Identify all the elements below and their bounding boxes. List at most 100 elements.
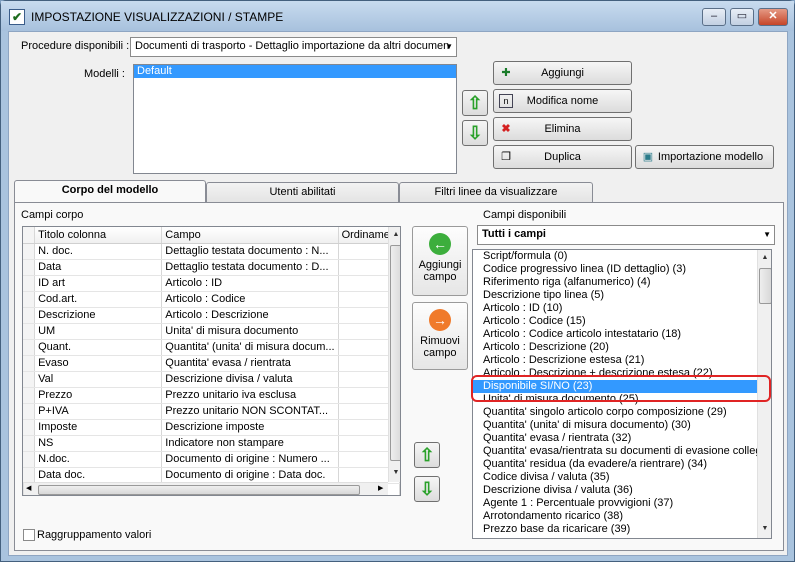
column-header[interactable]: Titolo colonna xyxy=(34,227,163,244)
list-item[interactable]: Script/formula (0) xyxy=(473,250,771,263)
table-row[interactable]: Data doc. Documento di origine : Data doc… xyxy=(23,467,400,484)
cell-title[interactable]: NS xyxy=(34,435,163,452)
cell-field[interactable]: Dettaglio testata documento : D... xyxy=(161,259,339,276)
row-selector[interactable] xyxy=(23,307,36,324)
cell-field[interactable]: Dettaglio testata documento : N... xyxy=(161,243,339,260)
list-item[interactable]: Arrotondamento ricarico (38) xyxy=(473,510,771,523)
column-header[interactable]: Campo xyxy=(161,227,339,244)
list-item[interactable]: Articolo : Descrizione estesa (21) xyxy=(473,354,771,367)
list-item[interactable]: Agente 1 : Percentuale provvigioni (37) xyxy=(473,497,771,510)
cell-title[interactable]: Cod.art. xyxy=(34,291,163,308)
list-item[interactable]: Quantita' singolo articolo corpo composi… xyxy=(473,406,771,419)
body-fields-grid[interactable]: Titolo colonna Campo Ordinamen N. doc. De… xyxy=(22,226,401,496)
cell-title[interactable]: Prezzo xyxy=(34,387,163,404)
cell-title[interactable]: P+IVA xyxy=(34,403,163,420)
field-up-button[interactable]: ⇧ xyxy=(414,442,440,468)
cell-field[interactable]: Documento di origine : Data doc. xyxy=(161,467,339,484)
list-item[interactable]: Codice divisa / valuta (35) xyxy=(473,471,771,484)
table-row[interactable]: NS Indicatore non stampare xyxy=(23,435,400,452)
tab-corpo-modello[interactable]: Corpo del modello xyxy=(14,180,206,203)
grid-vertical-scrollbar[interactable]: ▲ ▼ xyxy=(388,227,400,482)
cell-field[interactable]: Articolo : Descrizione xyxy=(161,307,339,324)
row-selector[interactable] xyxy=(23,339,36,356)
row-selector[interactable] xyxy=(23,275,36,292)
model-item-default[interactable]: Default xyxy=(134,65,456,78)
table-row[interactable]: Quant. Quantita' (unita' di misura docum.… xyxy=(23,339,400,356)
row-selector[interactable] xyxy=(23,355,36,372)
cell-field[interactable]: Documento di origine : Numero ... xyxy=(161,451,339,468)
table-row[interactable]: UM Unita' di misura documento xyxy=(23,323,400,340)
scroll-up-icon[interactable]: ▲ xyxy=(389,227,400,243)
table-row[interactable]: Evaso Quantita' evasa / rientrata xyxy=(23,355,400,372)
list-item[interactable]: Prezzo base da ricaricare (39) xyxy=(473,523,771,536)
maximize-button[interactable]: ▭ xyxy=(730,8,754,26)
row-selector[interactable] xyxy=(23,467,36,484)
duplicate-model-button[interactable]: ❐ Duplica xyxy=(493,145,632,169)
row-selector[interactable] xyxy=(23,259,36,276)
table-row[interactable]: Cod.art. Articolo : Codice xyxy=(23,291,400,308)
cell-title[interactable]: Val xyxy=(34,371,163,388)
row-selector[interactable] xyxy=(23,323,36,340)
row-selector[interactable] xyxy=(23,435,36,452)
table-row[interactable]: N.doc. Documento di origine : Numero ... xyxy=(23,451,400,468)
list-item[interactable]: Quantita' (unita' di misura documento) (… xyxy=(473,419,771,432)
h-scroll-thumb[interactable] xyxy=(38,485,360,495)
row-selector[interactable] xyxy=(23,419,36,436)
available-filter-select[interactable]: Tutti i campi ▼ xyxy=(477,225,775,245)
list-item[interactable]: Articolo : ID (10) xyxy=(473,302,771,315)
list-item[interactable]: Articolo : Descrizione (20) xyxy=(473,341,771,354)
procedure-select[interactable]: Documenti di trasporto - Dettaglio impor… xyxy=(130,37,457,57)
field-down-button[interactable]: ⇩ xyxy=(414,476,440,502)
row-selector[interactable] xyxy=(23,403,36,420)
list-item[interactable]: Riferimento riga (alfanumerico) (4) xyxy=(473,276,771,289)
models-list[interactable]: Default xyxy=(133,64,457,174)
cell-title[interactable]: Quant. xyxy=(34,339,163,356)
row-selector[interactable] xyxy=(23,291,36,308)
cell-title[interactable]: N. doc. xyxy=(34,243,163,260)
grouping-checkbox[interactable] xyxy=(23,529,35,541)
cell-field[interactable]: Articolo : ID xyxy=(161,275,339,292)
delete-model-button[interactable]: ✖ Elimina xyxy=(493,117,632,141)
cell-title[interactable]: ID art xyxy=(34,275,163,292)
list-item[interactable]: Codice progressivo linea (ID dettaglio) … xyxy=(473,263,771,276)
add-model-button[interactable]: ✚ Aggiungi xyxy=(493,61,632,85)
table-row[interactable]: ID art Articolo : ID xyxy=(23,275,400,292)
import-model-button[interactable]: ▣ Importazione modello xyxy=(635,145,774,169)
remove-field-button[interactable]: → Rimuovi campo xyxy=(412,302,468,370)
cell-field[interactable]: Descrizione imposte xyxy=(161,419,339,436)
cell-title[interactable]: Data xyxy=(34,259,163,276)
cell-field[interactable]: Quantita' (unita' di misura docum... xyxy=(161,339,339,356)
tab-utenti-abilitati[interactable]: Utenti abilitati xyxy=(206,182,399,203)
row-selector[interactable] xyxy=(23,387,36,404)
minimize-button[interactable]: – xyxy=(702,8,726,26)
scroll-right-icon[interactable]: ▶ xyxy=(378,484,383,492)
table-row[interactable]: Val Descrizione divisa / valuta xyxy=(23,371,400,388)
list-item[interactable]: Quantita' residua (da evadere/a rientrar… xyxy=(473,458,771,471)
grid-horizontal-scrollbar[interactable]: ◀ ▶ xyxy=(23,482,388,495)
cell-title[interactable]: Evaso xyxy=(34,355,163,372)
row-selector[interactable] xyxy=(23,243,36,260)
cell-field[interactable]: Prezzo unitario iva esclusa xyxy=(161,387,339,404)
list-item[interactable]: Quantita' evasa/rientrata su documenti d… xyxy=(473,445,771,458)
list-item[interactable]: Descrizione divisa / valuta (36) xyxy=(473,484,771,497)
row-selector[interactable] xyxy=(23,451,36,468)
cell-field[interactable]: Indicatore non stampare xyxy=(161,435,339,452)
list-item[interactable]: Articolo : Codice (15) xyxy=(473,315,771,328)
table-row[interactable]: Prezzo Prezzo unitario iva esclusa xyxy=(23,387,400,404)
cell-title[interactable]: Descrizione xyxy=(34,307,163,324)
scroll-thumb[interactable] xyxy=(390,245,400,461)
cell-title[interactable]: N.doc. xyxy=(34,451,163,468)
row-selector[interactable] xyxy=(23,371,36,388)
add-field-button[interactable]: ← Aggiungi campo xyxy=(412,226,468,296)
scroll-down-icon[interactable]: ▼ xyxy=(758,521,771,537)
table-row[interactable]: Imposte Descrizione imposte xyxy=(23,419,400,436)
table-row[interactable]: Data Dettaglio testata documento : D... xyxy=(23,259,400,276)
cell-field[interactable]: Articolo : Codice xyxy=(161,291,339,308)
scroll-left-icon[interactable]: ◀ xyxy=(26,484,31,492)
cell-field[interactable]: Prezzo unitario NON SCONTAT... xyxy=(161,403,339,420)
list-item[interactable]: Descrizione tipo linea (5) xyxy=(473,289,771,302)
cell-title[interactable]: UM xyxy=(34,323,163,340)
cell-field[interactable]: Unita' di misura documento xyxy=(161,323,339,340)
cell-field[interactable]: Descrizione divisa / valuta xyxy=(161,371,339,388)
scroll-thumb[interactable] xyxy=(759,268,771,304)
